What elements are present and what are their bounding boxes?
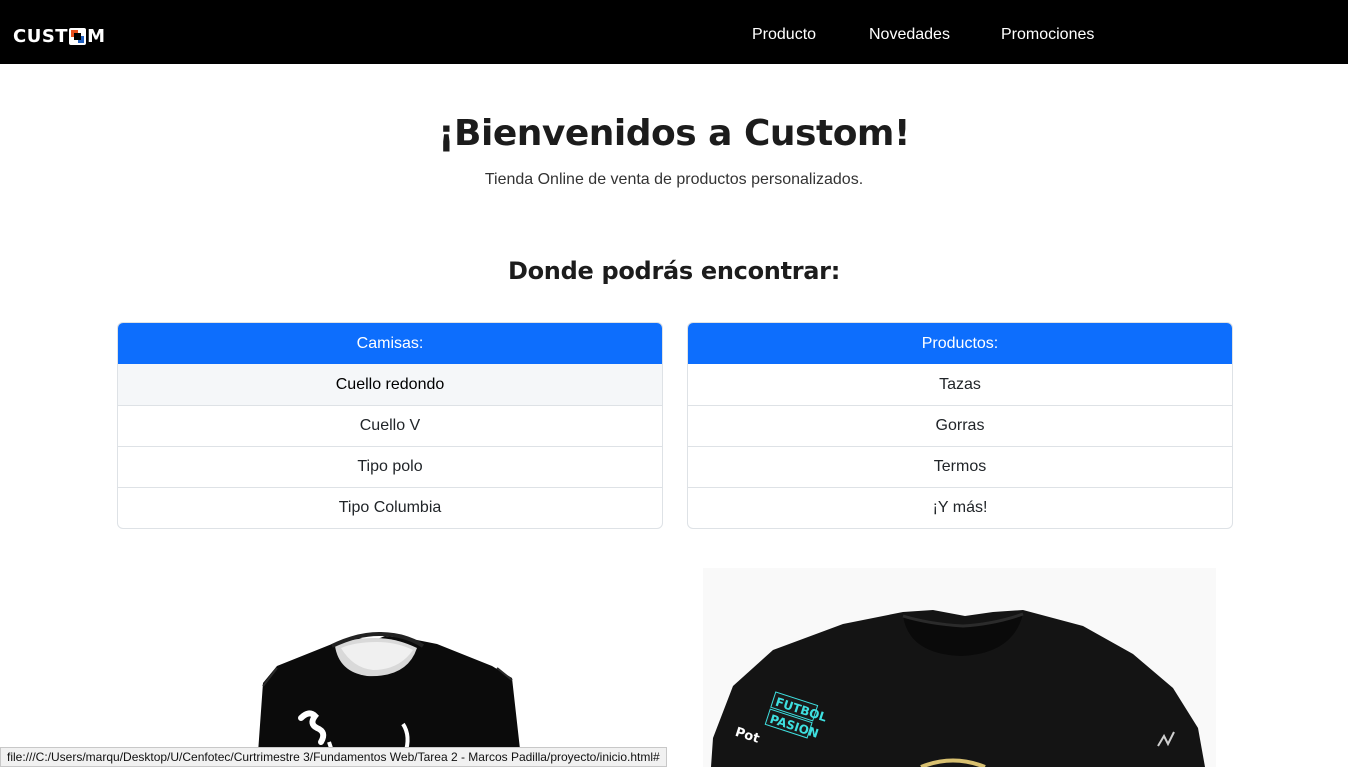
navbar: CUST M Producto Novedades Promociones xyxy=(0,0,1348,64)
productos-list: Productos: Tazas Gorras Termos ¡Y más! xyxy=(687,322,1233,529)
list-item-gorras[interactable]: Gorras xyxy=(688,405,1232,446)
logo-o-icon xyxy=(69,27,87,45)
productos-list-header: Productos: xyxy=(688,323,1232,364)
nav-link-novedades[interactable]: Novedades xyxy=(869,26,950,44)
section-title: Donde podrás encontrar: xyxy=(507,257,841,285)
list-item-tipo-columbia[interactable]: Tipo Columbia xyxy=(118,487,662,528)
list-item-tipo-polo[interactable]: Tipo polo xyxy=(118,446,662,487)
browser-status-url: file:///C:/Users/marqu/Desktop/U/Cenfote… xyxy=(0,747,667,767)
shirt-image-left xyxy=(117,568,663,767)
nav-link-producto[interactable]: Producto xyxy=(752,26,816,44)
list-item-tazas[interactable]: Tazas xyxy=(688,364,1232,405)
page-subtitle: Tienda Online de venta de productos pers… xyxy=(484,171,864,188)
camisas-list: Camisas: Cuello redondo Cuello V Tipo po… xyxy=(117,322,663,529)
page-title: ¡Bienvenidos a Custom! xyxy=(438,113,910,154)
logo-text-prefix: CUST xyxy=(13,25,69,47)
nav-link-promociones[interactable]: Promociones xyxy=(1001,26,1094,44)
logo-text-suffix: M xyxy=(87,25,106,47)
list-item-y-mas[interactable]: ¡Y más! xyxy=(688,487,1232,528)
list-item-cuello-redondo[interactable]: Cuello redondo xyxy=(118,364,662,405)
brand-logo[interactable]: CUST M xyxy=(13,25,106,47)
shirt-image-right: FUTBOL PASION Pot xyxy=(703,568,1216,767)
list-item-cuello-v[interactable]: Cuello V xyxy=(118,405,662,446)
list-item-termos[interactable]: Termos xyxy=(688,446,1232,487)
camisas-list-header: Camisas: xyxy=(118,323,662,364)
